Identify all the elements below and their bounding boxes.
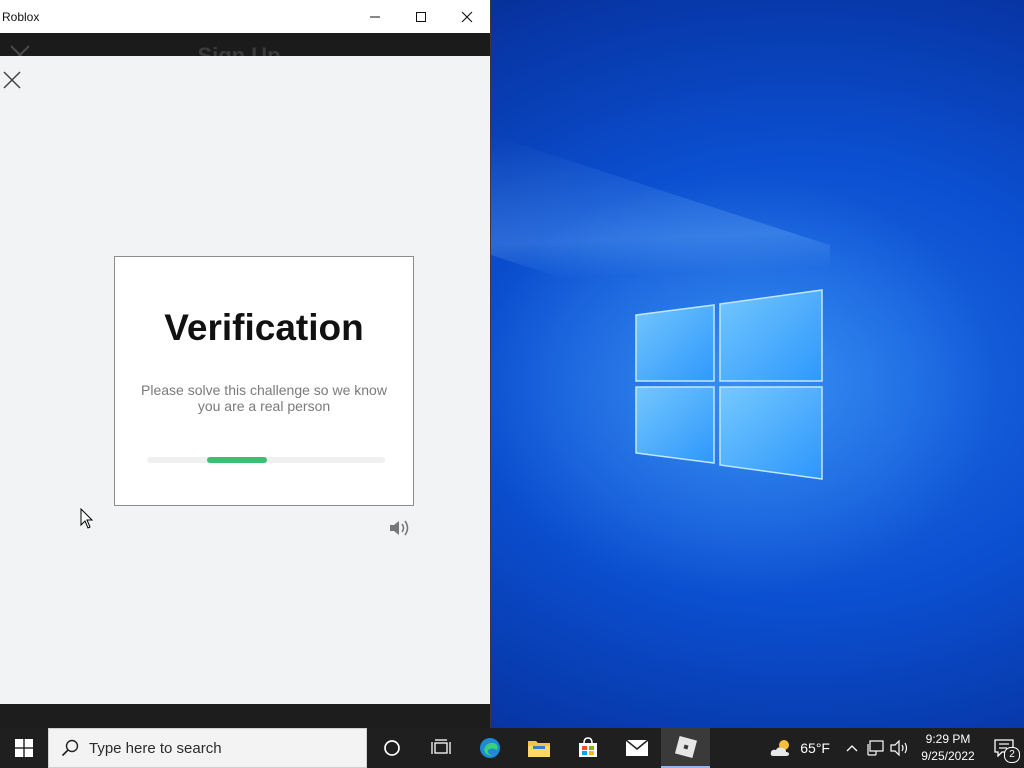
taskbar-search-box[interactable]: Type here to search [48,728,367,768]
verification-card: Verification Please solve this challenge… [114,256,414,506]
close-window-button[interactable] [444,0,490,33]
audio-challenge-speaker-icon[interactable] [388,518,410,538]
store-button[interactable] [563,728,612,768]
task-view-icon [430,739,451,754]
notification-count-badge: 2 [1004,747,1020,763]
weather-temperature: 65°F [800,740,830,756]
cortana-icon [383,740,400,756]
file-explorer-icon [527,741,550,757]
taskbar: Type here to search 65°F 9:29 PM 9/25/20… [0,728,1024,768]
edge-button[interactable] [465,728,514,768]
verification-overlay: Verification Please solve this challenge… [0,56,490,704]
task-view-button[interactable] [416,728,465,768]
cortana-button[interactable] [367,728,416,768]
roblox-window: Roblox Sign Up Verification Please solve… [0,0,490,728]
network-icon [867,740,884,756]
roblox-taskbar-button[interactable] [661,728,710,768]
weather-widget[interactable]: 65°F [762,728,840,768]
start-button[interactable] [0,728,48,768]
mouse-cursor-icon [80,508,94,529]
minimize-button[interactable] [352,0,398,33]
loading-progress-fill [207,457,267,463]
close-icon [461,11,473,22]
verification-subtitle: Please solve this challenge so we know y… [141,382,387,414]
maximize-button[interactable] [398,0,444,33]
volume-icon [890,740,908,756]
network-button[interactable] [864,728,888,768]
signup-title: Sign Up [197,43,281,56]
edge-icon [479,738,500,758]
file-explorer-button[interactable] [514,728,563,768]
mail-button[interactable] [612,728,661,768]
close-verification-icon[interactable] [3,71,21,89]
window-titlebar[interactable]: Roblox [0,0,490,33]
clock-date: 9/25/2022 [921,749,975,763]
window-bottom-strip [0,704,490,728]
system-tray: 65°F 9:29 PM 9/25/2022 2 [762,728,1024,768]
show-hidden-icons-button[interactable] [840,728,864,768]
minimize-icon [370,16,380,17]
window-title: Roblox [2,9,40,24]
loading-progress-bar [147,457,385,463]
store-icon [578,737,597,757]
windows-start-icon [15,739,33,757]
search-icon [61,739,79,757]
search-placeholder: Type here to search [89,739,222,757]
roblox-icon [674,735,697,759]
windows-logo-wallpaper [635,289,823,480]
verification-title: Verification [164,307,364,348]
volume-button[interactable] [888,728,912,768]
signup-header-background: Sign Up [0,33,490,56]
partly-cloudy-icon [771,740,790,756]
clock[interactable]: 9:29 PM 9/25/2022 [912,731,984,765]
action-center-button[interactable]: 2 [984,728,1024,768]
mail-icon [625,739,648,756]
clock-time: 9:29 PM [925,732,971,746]
maximize-icon [416,11,426,22]
chevron-up-icon [846,745,858,752]
